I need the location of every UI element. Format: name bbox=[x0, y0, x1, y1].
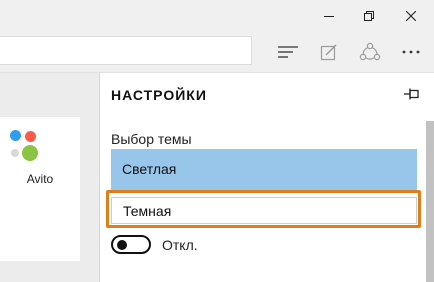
more-button[interactable] bbox=[391, 36, 431, 68]
theme-option-light[interactable]: Светлая bbox=[111, 149, 417, 190]
title-bar bbox=[0, 0, 434, 32]
toggle-knob bbox=[117, 240, 127, 250]
panel-title: НАСТРОЙКИ bbox=[111, 87, 207, 103]
pin-icon bbox=[404, 88, 419, 100]
web-note-icon bbox=[320, 44, 337, 61]
close-button[interactable] bbox=[388, 0, 434, 32]
highlight-frame bbox=[106, 190, 421, 228]
web-note-button[interactable] bbox=[309, 36, 349, 68]
toggle-label: Откл. bbox=[162, 237, 198, 253]
hub-button[interactable] bbox=[268, 36, 308, 68]
share-button[interactable] bbox=[350, 36, 390, 68]
tile-label: Avito bbox=[26, 172, 54, 186]
web-page: Avito bbox=[0, 72, 99, 282]
avito-tile[interactable]: Avito bbox=[0, 117, 80, 261]
toggle-switch[interactable] bbox=[111, 235, 151, 254]
more-icon bbox=[402, 50, 420, 54]
settings-panel: НАСТРОЙКИ Выбор темы Светлая Темная Откл… bbox=[99, 72, 434, 282]
share-icon bbox=[359, 42, 381, 61]
address-bar[interactable] bbox=[0, 36, 252, 65]
scrollbar[interactable] bbox=[426, 121, 434, 282]
restore-icon bbox=[364, 11, 374, 21]
pin-button[interactable] bbox=[400, 83, 424, 105]
restore-button[interactable] bbox=[346, 0, 392, 32]
browser-toolbar bbox=[0, 32, 434, 72]
theme-label: Выбор темы bbox=[111, 131, 192, 147]
minimize-icon bbox=[324, 16, 334, 17]
hub-icon bbox=[278, 46, 298, 58]
close-icon bbox=[406, 11, 416, 21]
